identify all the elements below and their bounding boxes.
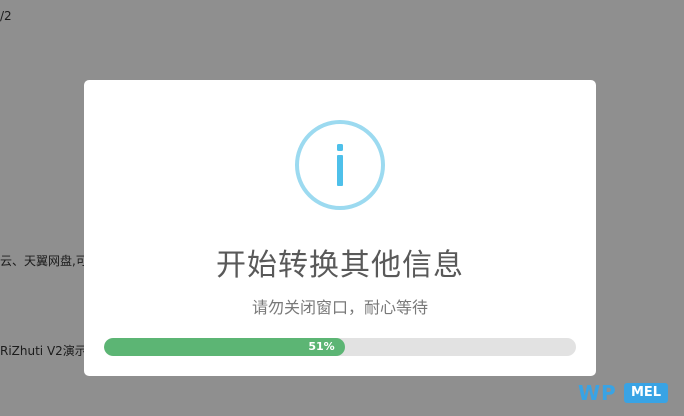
brand-mel-badge: MEL [624, 383, 668, 403]
dialog-subtitle: 请勿关闭窗口，耐心等待 [251, 298, 428, 317]
progress-percent-label: 51% [308, 340, 335, 353]
brand-wp-text: WP [578, 381, 617, 405]
dialog-title: 开始转换其他信息 [216, 248, 464, 283]
progress-bar: 51% [104, 338, 576, 356]
progress-bar-fill: 51% [104, 338, 345, 356]
info-glyph [337, 144, 343, 186]
info-icon [295, 120, 385, 210]
progress-dialog: 开始转换其他信息 请勿关闭窗口，耐心等待 51% [84, 80, 596, 376]
